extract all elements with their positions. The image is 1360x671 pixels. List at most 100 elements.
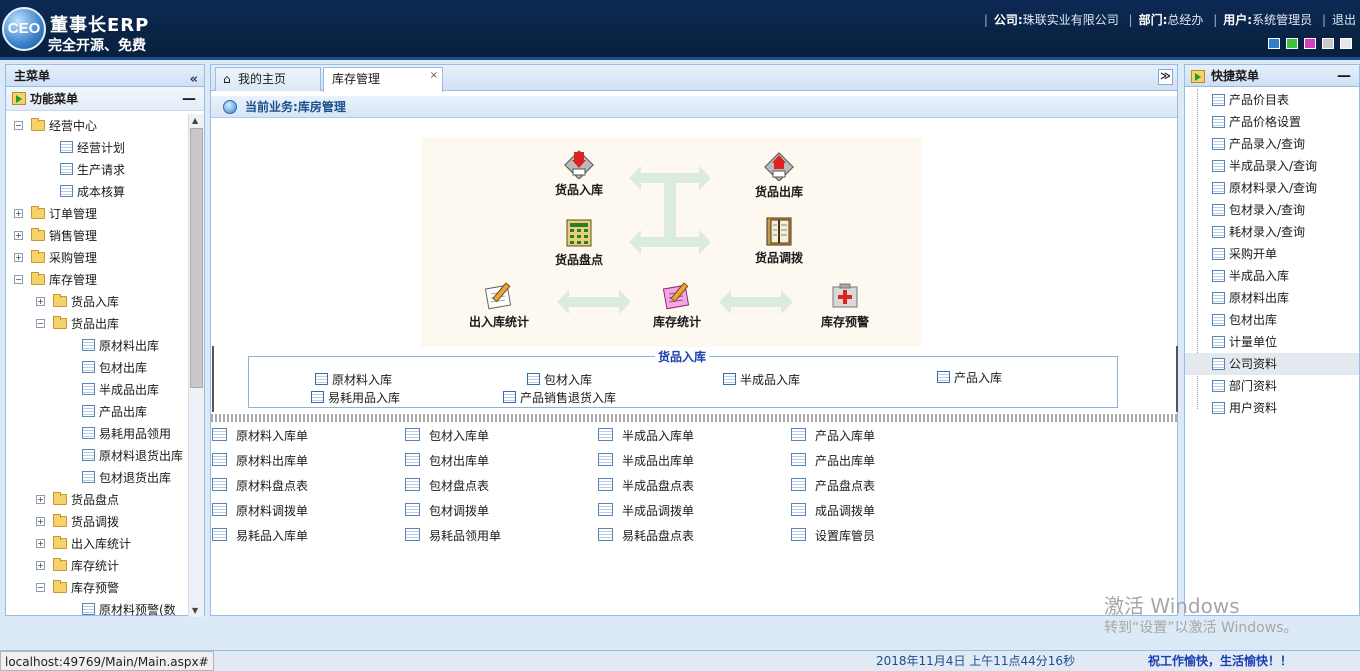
- grid-link[interactable]: 设置库管员: [791, 527, 875, 544]
- expand-toggle-icon[interactable]: +: [14, 231, 23, 240]
- expand-toggle-icon[interactable]: +: [36, 297, 45, 306]
- tree-folder-item[interactable]: − 库存管理: [14, 269, 97, 291]
- grid-link[interactable]: 原材料调拨单: [212, 502, 308, 519]
- flow-transfer[interactable]: 货品调拨: [729, 215, 829, 266]
- collapse-toggle-icon[interactable]: −: [14, 275, 23, 284]
- grid-link[interactable]: 半成品调拨单: [598, 502, 694, 519]
- grid-link[interactable]: 半成品入库单: [598, 427, 694, 444]
- grid-link[interactable]: 半成品盘点表: [598, 477, 694, 494]
- quick-menu-item[interactable]: 采购开单: [1185, 243, 1359, 265]
- tab-home[interactable]: ⌂ 我的主页: [215, 67, 321, 91]
- grid-link[interactable]: 产品出库单: [791, 452, 875, 469]
- function-menu-header[interactable]: 功能菜单 —: [6, 87, 204, 111]
- quick-menu-item[interactable]: 用户资料: [1185, 397, 1359, 419]
- tree-doc-item[interactable]: 原材料预警(数: [82, 599, 176, 617]
- inbound-link[interactable]: 产品入库: [937, 369, 1002, 386]
- tree-folder-item[interactable]: + 库存统计: [36, 555, 119, 577]
- flow-stock-stats[interactable]: 库存统计: [627, 279, 727, 330]
- grid-link[interactable]: 易耗品入库单: [212, 527, 308, 544]
- tree-doc-item[interactable]: 经营计划: [60, 137, 125, 159]
- inbound-link[interactable]: 原材料入库: [315, 371, 392, 388]
- quick-menu-item[interactable]: 耗材录入/查询: [1185, 221, 1359, 243]
- grid-link[interactable]: 半成品出库单: [598, 452, 694, 469]
- quick-menu-item[interactable]: 原材料录入/查询: [1185, 177, 1359, 199]
- inbound-link[interactable]: 半成品入库: [723, 371, 800, 388]
- close-tab-icon[interactable]: ×: [430, 65, 438, 87]
- theme-green-swatch[interactable]: [1286, 38, 1298, 49]
- grid-link[interactable]: 易耗品领用单: [405, 527, 501, 544]
- expand-toggle-icon[interactable]: +: [36, 517, 45, 526]
- expand-toggle-icon[interactable]: +: [14, 209, 23, 218]
- quick-menu-item[interactable]: 原材料出库: [1185, 287, 1359, 309]
- tree-folder-item[interactable]: − 库存预警: [36, 577, 119, 599]
- quick-menu-item[interactable]: 半成品录入/查询: [1185, 155, 1359, 177]
- grid-link[interactable]: 包材盘点表: [405, 477, 489, 494]
- collapse-minus-icon[interactable]: —: [1337, 65, 1351, 87]
- expand-toggle-icon[interactable]: +: [36, 561, 45, 570]
- theme-gray-swatch[interactable]: [1322, 38, 1334, 49]
- grid-link[interactable]: 产品盘点表: [791, 477, 875, 494]
- tree-doc-item[interactable]: 易耗用品领用: [82, 423, 171, 445]
- flow-inbound[interactable]: 货品入库: [529, 147, 629, 198]
- tree-doc-item[interactable]: 包材退货出库: [82, 467, 171, 489]
- tree-doc-item[interactable]: 半成品出库: [82, 379, 159, 401]
- collapse-minus-icon[interactable]: —: [182, 87, 196, 111]
- logout-link[interactable]: 退出: [1332, 13, 1356, 27]
- quick-menu-item[interactable]: 计量单位: [1185, 331, 1359, 353]
- tree-doc-item[interactable]: 包材出库: [82, 357, 147, 379]
- collapse-toggle-icon[interactable]: −: [36, 319, 45, 328]
- quick-menu-item[interactable]: 产品价目表: [1185, 89, 1359, 111]
- tree-doc-item[interactable]: 生产请求: [60, 159, 125, 181]
- tree-folder-item[interactable]: − 货品出库: [36, 313, 119, 335]
- tree-folder-item[interactable]: + 销售管理: [14, 225, 97, 247]
- expand-toggle-icon[interactable]: +: [36, 495, 45, 504]
- tree-doc-item[interactable]: 原材料退货出库: [82, 445, 183, 467]
- scroll-up-icon[interactable]: ▲: [192, 116, 198, 125]
- flow-stocktake[interactable]: 货品盘点: [529, 217, 629, 268]
- grid-link[interactable]: 包材调拨单: [405, 502, 489, 519]
- tree-folder-item[interactable]: + 货品盘点: [36, 489, 119, 511]
- tree-doc-item[interactable]: 原材料出库: [82, 335, 159, 357]
- inbound-link[interactable]: 易耗用品入库: [311, 389, 400, 406]
- tree-folder-item[interactable]: + 采购管理: [14, 247, 97, 269]
- tree-doc-item[interactable]: 成本核算: [60, 181, 125, 203]
- tab-menu-chevron-icon[interactable]: ≫: [1158, 69, 1173, 85]
- expand-toggle-icon[interactable]: +: [36, 539, 45, 548]
- tree-folder-item[interactable]: + 货品调拨: [36, 511, 119, 533]
- theme-pink-swatch[interactable]: [1304, 38, 1316, 49]
- quick-menu-item[interactable]: 产品价格设置: [1185, 111, 1359, 133]
- tree-folder-item[interactable]: + 货品入库: [36, 291, 119, 313]
- scroll-down-icon[interactable]: ▼: [192, 606, 198, 615]
- tree-folder-item[interactable]: + 订单管理: [14, 203, 97, 225]
- quick-menu-item[interactable]: 产品录入/查询: [1185, 133, 1359, 155]
- grid-link[interactable]: 包材入库单: [405, 427, 489, 444]
- theme-blue-swatch[interactable]: [1268, 38, 1280, 49]
- inbound-link[interactable]: 包材入库: [527, 371, 592, 388]
- tree-scrollbar[interactable]: ▲ ▼: [188, 114, 204, 617]
- quick-menu-item[interactable]: 公司资料: [1185, 353, 1359, 375]
- scroll-thumb[interactable]: [190, 128, 203, 388]
- expand-toggle-icon[interactable]: +: [14, 253, 23, 262]
- theme-silver-swatch[interactable]: [1340, 38, 1352, 49]
- grid-link[interactable]: 包材出库单: [405, 452, 489, 469]
- grid-link[interactable]: 原材料入库单: [212, 427, 308, 444]
- quick-menu-item[interactable]: 包材出库: [1185, 309, 1359, 331]
- flow-warning[interactable]: 库存预警: [795, 279, 895, 330]
- quick-menu-item[interactable]: 部门资料: [1185, 375, 1359, 397]
- grid-link[interactable]: 原材料出库单: [212, 452, 308, 469]
- flow-outbound[interactable]: 货品出库: [729, 149, 829, 200]
- collapse-toggle-icon[interactable]: −: [36, 583, 45, 592]
- tab-inventory[interactable]: 库存管理 ×: [323, 67, 443, 92]
- quick-menu-item[interactable]: 半成品入库: [1185, 265, 1359, 287]
- tree-folder-item[interactable]: − 经营中心: [14, 115, 97, 137]
- grid-link[interactable]: 原材料盘点表: [212, 477, 308, 494]
- flow-io-stats[interactable]: 出入库统计: [449, 279, 549, 330]
- quick-menu-item[interactable]: 包材录入/查询: [1185, 199, 1359, 221]
- tree-folder-item[interactable]: + 出入库统计: [36, 533, 131, 555]
- collapse-toggle-icon[interactable]: −: [14, 121, 23, 130]
- tree-doc-item[interactable]: 产品出库: [82, 401, 147, 423]
- grid-link[interactable]: 产品入库单: [791, 427, 875, 444]
- inbound-link[interactable]: 产品销售退货入库: [503, 389, 616, 406]
- grid-link[interactable]: 易耗品盘点表: [598, 527, 694, 544]
- grid-link[interactable]: 成品调拨单: [791, 502, 875, 519]
